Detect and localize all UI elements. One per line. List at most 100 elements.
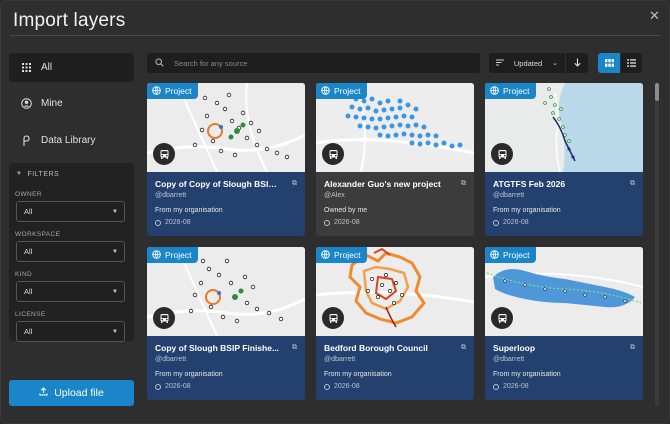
card-body: Copy of Slough BSIP Finishe... ⧉ @dbarre… — [147, 336, 305, 400]
list-view-button[interactable] — [621, 53, 642, 73]
card-body: Superloop ⧉ @dbarrett From my organisati… — [485, 336, 643, 400]
project-card[interactable]: Project Copy of Copy of Slough BSIP Fi..… — [147, 83, 305, 236]
card-owner: @dbarrett — [493, 192, 525, 199]
clock-icon — [155, 219, 161, 226]
card-owner: @dbarrett — [155, 356, 187, 363]
badge-label: Project — [334, 86, 361, 96]
globe-icon — [152, 85, 161, 97]
scrollbar-thumb[interactable] — [655, 83, 659, 101]
external-link-icon[interactable]: ⧉ — [461, 180, 466, 188]
grid-view-button[interactable] — [598, 53, 620, 73]
upload-icon — [39, 387, 48, 399]
project-badge: Project — [147, 83, 199, 99]
grid-view-icon — [604, 54, 614, 72]
sort-lines-icon — [496, 59, 504, 68]
bus-icon — [153, 143, 175, 165]
scrollbar[interactable] — [655, 83, 659, 406]
card-title: Copy of Copy of Slough BSIP Fi... — [155, 179, 280, 189]
sidebar-item-all[interactable]: All — [9, 53, 134, 82]
search-input[interactable] — [174, 58, 464, 68]
globe-icon — [490, 85, 499, 97]
title-divider — [10, 35, 660, 36]
bus-icon — [491, 307, 513, 329]
bus-icon — [153, 307, 175, 329]
project-badge: Project — [316, 83, 368, 99]
card-date: 2026-08 — [493, 219, 635, 226]
project-badge: Project — [485, 247, 537, 263]
card-owner: @dbarrett — [324, 356, 356, 363]
project-card[interactable]: Project Copy of Slough BSIP Finishe... ⧉… — [147, 247, 305, 400]
badge-label: Project — [165, 250, 192, 260]
workspace-filter-label: WORKSPACE — [15, 231, 61, 238]
filters-heading: FILTERS — [27, 170, 60, 178]
external-link-icon[interactable]: ⧉ — [630, 180, 635, 188]
card-source: From my organisation — [493, 371, 561, 378]
card-date-value: 2026-08 — [334, 383, 360, 390]
card-date-value: 2026-08 — [165, 383, 191, 390]
card-owner: @dbarrett — [155, 192, 187, 199]
owner-select-value: All — [24, 207, 33, 216]
license-select-value: All — [24, 327, 33, 336]
globe-icon — [490, 249, 499, 261]
globe-icon — [321, 249, 330, 261]
grid-icon — [19, 63, 33, 72]
clock-icon — [324, 219, 330, 226]
external-link-icon[interactable]: ⧉ — [292, 344, 297, 352]
sidebar-item-mine[interactable]: Mine — [9, 89, 134, 118]
chevron-down-icon: ▼ — [112, 208, 118, 215]
search-icon — [155, 54, 164, 72]
clock-icon — [155, 383, 161, 390]
license-filter-label: LICENSE — [15, 311, 46, 318]
clock-icon — [324, 383, 330, 390]
card-date-value: 2026-08 — [165, 219, 191, 226]
external-link-icon[interactable]: ⧉ — [461, 344, 466, 352]
card-date: 2026-08 — [324, 383, 466, 390]
card-date: 2026-08 — [155, 383, 297, 390]
filters-panel: ▼ FILTERS OWNER All ▼ WORKSPACE All ▼ KIND… — [9, 163, 134, 342]
card-body: ATGTFS Feb 2026 ⧉ @dbarrett From my orga… — [485, 172, 643, 236]
sidebar-item-data-library[interactable]: Data Library — [9, 126, 134, 155]
upload-file-button[interactable]: Upload file — [9, 380, 134, 406]
card-source: From my organisation — [155, 207, 223, 214]
card-date: 2026-08 — [155, 219, 297, 226]
card-date-value: 2026-08 — [503, 383, 529, 390]
clock-icon — [493, 219, 499, 226]
sort-select[interactable]: Updated ⌄ — [489, 53, 565, 73]
clock-icon — [493, 383, 499, 390]
card-title: Superloop — [493, 343, 536, 353]
card-date-value: 2026-08 — [503, 219, 529, 226]
owner-filter-label: OWNER — [15, 191, 42, 198]
card-source: From my organisation — [324, 371, 392, 378]
close-icon[interactable]: ✕ — [648, 9, 661, 22]
workspace-select[interactable]: All ▼ — [16, 241, 125, 262]
project-card[interactable]: Project Superloop ⧉ @dbarrett From my or… — [485, 247, 643, 400]
project-card[interactable]: Project Alexander Guo's new project ⧉ @A… — [316, 83, 474, 236]
project-card[interactable]: Project Bedford Borough Council ⧉ @dbarr… — [316, 247, 474, 400]
card-date: 2026-08 — [493, 383, 635, 390]
sort-direction-button[interactable] — [566, 53, 588, 73]
license-select[interactable]: All ▼ — [16, 321, 125, 342]
kind-select[interactable]: All ▼ — [16, 281, 125, 302]
external-link-icon[interactable]: ⧉ — [630, 344, 635, 352]
kind-filter-label: KIND — [15, 271, 33, 278]
dialog-title: Import layers — [13, 10, 126, 31]
card-source: Owned by me — [324, 207, 368, 214]
arrow-down-icon — [573, 58, 581, 69]
workspace-select-value: All — [24, 247, 33, 256]
card-owner: @Alex — [324, 192, 345, 199]
badge-label: Project — [165, 86, 192, 96]
sidebar-item-label: All — [41, 62, 53, 73]
bus-icon — [322, 143, 344, 165]
list-view-icon — [627, 54, 636, 72]
project-badge: Project — [316, 247, 368, 263]
external-link-icon[interactable]: ⧉ — [292, 180, 297, 188]
chevron-down-icon: ▼ — [112, 288, 118, 295]
project-badge: Project — [485, 83, 537, 99]
card-title: Copy of Slough BSIP Finishe... — [155, 343, 280, 353]
globe-icon — [321, 85, 330, 97]
project-card[interactable]: Project ATGTFS Feb 2026 ⧉ @dbarrett From… — [485, 83, 643, 236]
card-title: ATGTFS Feb 2026 — [493, 179, 566, 189]
filters-header[interactable]: ▼ FILTERS — [16, 169, 127, 179]
owner-select[interactable]: All ▼ — [16, 201, 125, 222]
chevron-down-icon: ⌄ — [552, 60, 558, 67]
